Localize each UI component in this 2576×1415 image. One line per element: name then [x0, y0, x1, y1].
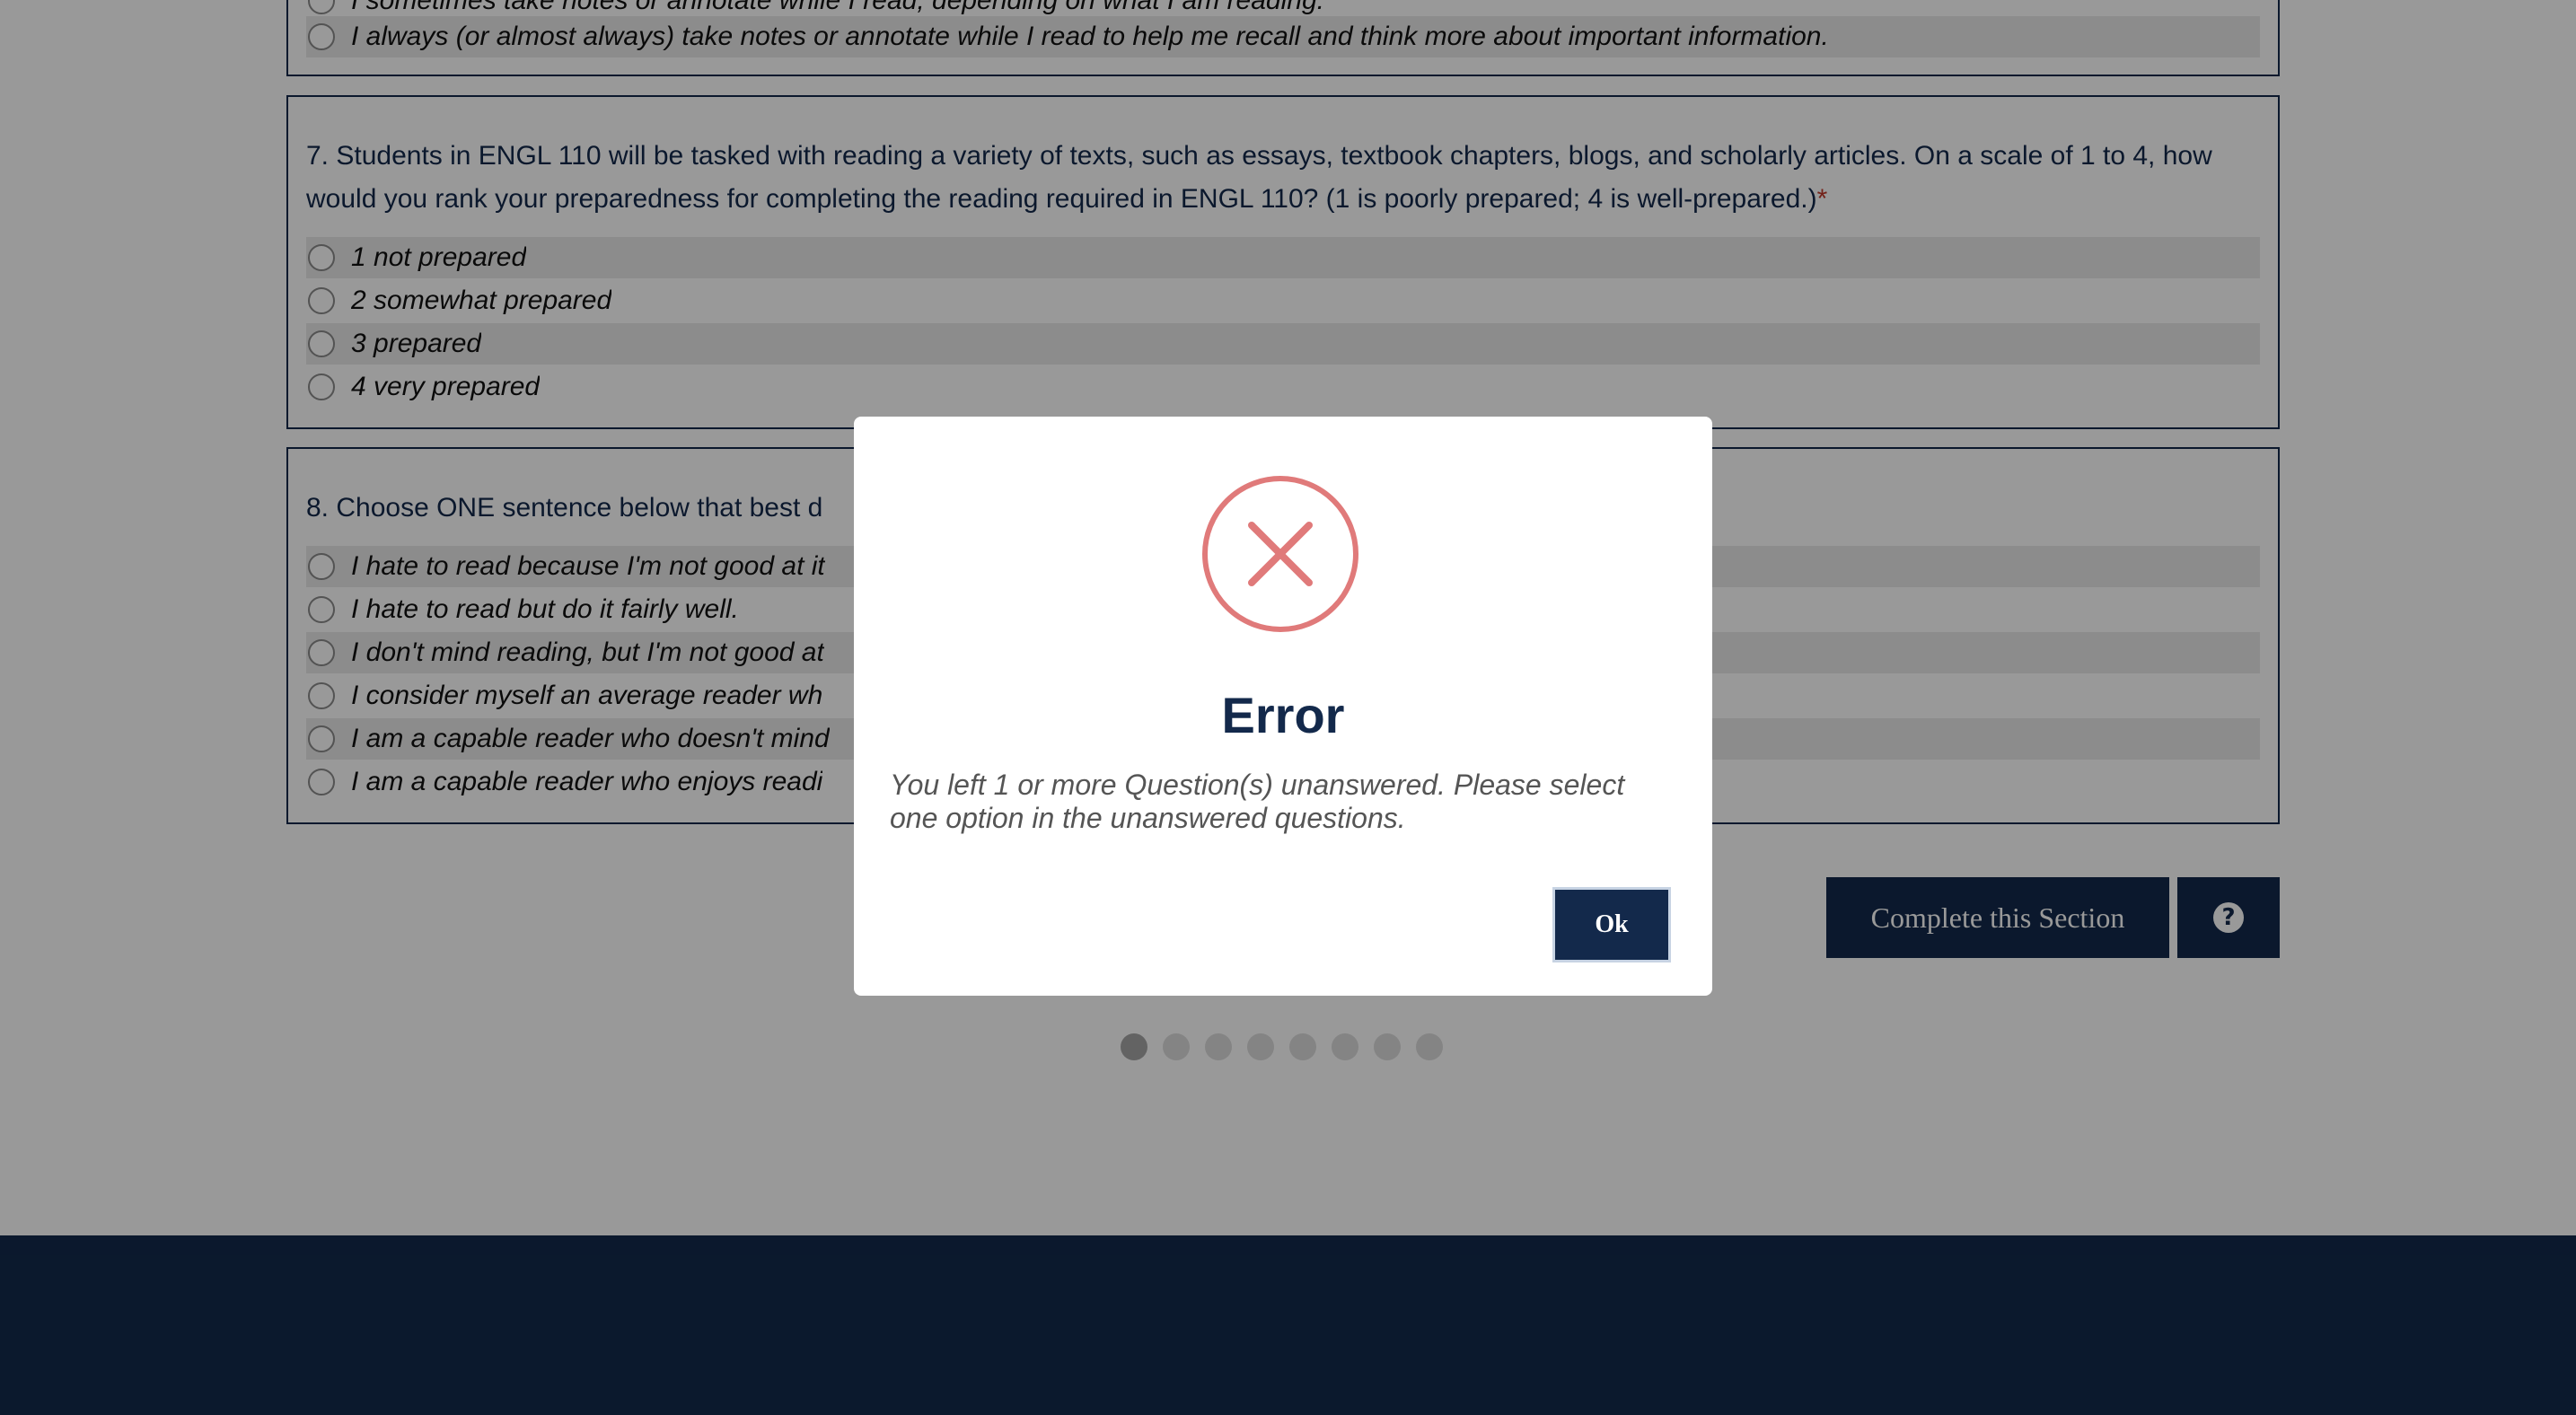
dialog-message: You left 1 or more Question(s) unanswere… [890, 769, 1625, 834]
ok-button[interactable]: Ok [1552, 887, 1671, 962]
error-dialog: Error You left 1 or more Question(s) una… [854, 417, 1712, 996]
error-x-circle-icon [1202, 476, 1358, 632]
dialog-title: Error [1221, 687, 1345, 743]
